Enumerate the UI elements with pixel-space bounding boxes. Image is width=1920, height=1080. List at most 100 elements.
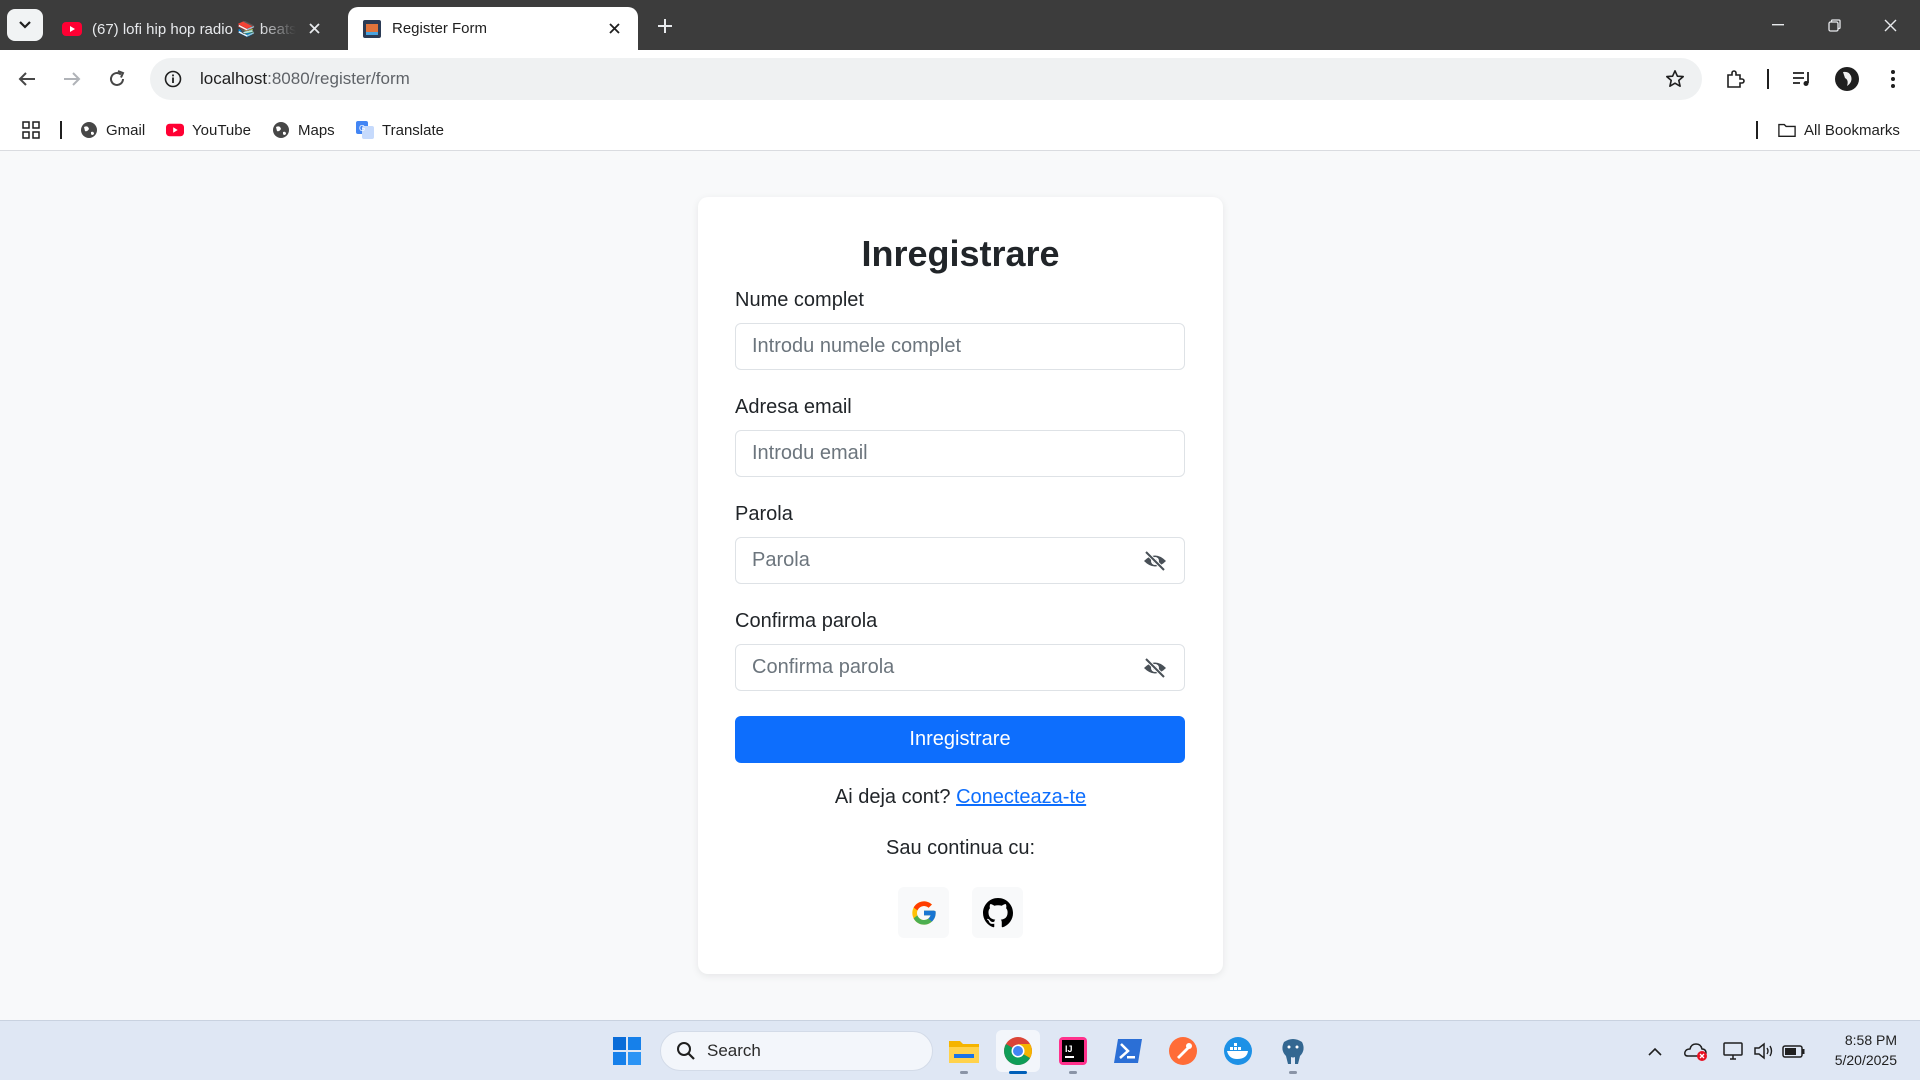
taskbar: Search IJ 8:58 PM 5/20/2025 <box>0 1020 1920 1080</box>
name-field[interactable] <box>735 323 1185 370</box>
postgresql-icon[interactable] <box>1271 1030 1315 1074</box>
github-login-button[interactable] <box>972 887 1023 938</box>
media-control-button[interactable] <box>1785 62 1819 96</box>
url-path: :8080/register/form <box>267 69 410 88</box>
youtube-icon <box>166 121 184 139</box>
tab-register-form[interactable]: Register Form <box>348 7 638 50</box>
name-label: Nume complet <box>735 289 864 311</box>
folder-icon <box>1778 121 1796 139</box>
onedrive-error-icon[interactable] <box>1684 1039 1708 1063</box>
tab-youtube[interactable]: (67) lofi hip hop radio 📚 beats to relax… <box>48 7 338 50</box>
extensions-button[interactable] <box>1718 62 1752 96</box>
running-indicator <box>960 1071 968 1074</box>
url-text[interactable]: localhost:8080/register/form <box>200 69 410 89</box>
close-icon[interactable] <box>604 19 624 39</box>
apps-grid-icon <box>22 121 40 139</box>
form-title: Inregistrare <box>861 233 1060 274</box>
bookmark-label: Gmail <box>106 121 146 139</box>
all-bookmarks-label: All Bookmarks <box>1804 121 1900 139</box>
docker-icon[interactable] <box>1216 1030 1260 1072</box>
network-icon[interactable] <box>1722 1039 1746 1063</box>
register-button[interactable]: Inregistrare <box>735 716 1185 763</box>
media-queue-icon <box>1793 72 1809 86</box>
password-field[interactable] <box>735 537 1185 584</box>
login-link[interactable]: Conecteaza-te <box>956 786 1086 808</box>
start-button[interactable] <box>605 1030 649 1072</box>
arrow-right-icon <box>64 72 81 86</box>
translate-icon: G <box>356 121 374 139</box>
restore-button[interactable] <box>1806 0 1862 50</box>
close-icon <box>1884 19 1896 31</box>
eye-slash-icon[interactable] <box>1142 656 1168 680</box>
have-account-text: Ai deja cont? <box>834 786 951 808</box>
system-clock[interactable]: 8:58 PM 5/20/2025 <box>1835 1030 1897 1070</box>
password-input[interactable] <box>736 538 1184 583</box>
toolbar-separator <box>1767 69 1769 89</box>
bookmark-label: Maps <box>298 121 335 139</box>
search-icon <box>675 1040 697 1062</box>
new-tab-button[interactable] <box>652 13 678 39</box>
svg-text:G: G <box>359 124 365 133</box>
app-favicon <box>362 19 382 39</box>
chrome-menu-button[interactable] <box>1876 62 1910 96</box>
arrow-left-icon <box>18 72 35 86</box>
search-label: Search <box>707 1041 761 1060</box>
chrome-icon[interactable] <box>996 1030 1040 1074</box>
avatar-icon <box>1835 67 1859 91</box>
address-bar[interactable]: localhost:8080/register/form <box>150 58 1702 100</box>
svg-text:IJ: IJ <box>1065 1044 1073 1054</box>
bookmark-youtube[interactable]: YouTube <box>166 118 251 142</box>
minimize-icon <box>1772 24 1784 26</box>
eye-slash-icon[interactable] <box>1142 549 1168 573</box>
bookmarks-separator <box>60 121 62 139</box>
bookmark-label: YouTube <box>192 121 251 139</box>
youtube-icon <box>62 19 82 39</box>
intellij-icon[interactable]: IJ <box>1051 1030 1095 1074</box>
forward-button[interactable] <box>55 62 89 96</box>
close-icon[interactable] <box>304 19 324 39</box>
name-input[interactable] <box>736 324 1184 369</box>
email-input[interactable] <box>736 431 1184 476</box>
taskbar-search[interactable]: Search <box>660 1031 933 1071</box>
bookmark-maps[interactable]: Maps <box>272 118 335 142</box>
tab-strip: (67) lofi hip hop radio 📚 beats to relax… <box>0 0 1920 50</box>
tab-search-button[interactable] <box>7 9 43 41</box>
bookmark-translate[interactable]: G Translate <box>356 118 444 142</box>
profile-avatar[interactable] <box>1830 62 1864 96</box>
url-host: localhost <box>200 69 268 88</box>
restore-icon <box>1827 18 1841 32</box>
bookmark-gmail[interactable]: Gmail <box>80 118 145 142</box>
google-login-button[interactable] <box>898 887 949 938</box>
postman-icon[interactable] <box>1161 1030 1205 1072</box>
confirm-password-label: Confirma parola <box>735 610 878 632</box>
site-info-icon[interactable] <box>162 68 184 90</box>
battery-icon[interactable] <box>1782 1039 1806 1063</box>
close-window-button[interactable] <box>1862 0 1918 50</box>
bookmarks-bar: Gmail YouTube Maps G Translate All Bookm… <box>0 110 1920 150</box>
chevron-up-icon[interactable] <box>1643 1039 1667 1063</box>
login-prompt: Ai deja cont? Conecteaza-te <box>698 786 1223 809</box>
confirm-password-field[interactable] <box>735 644 1185 691</box>
running-indicator <box>1009 1071 1027 1074</box>
volume-icon[interactable] <box>1752 1039 1776 1063</box>
all-bookmarks-button[interactable]: All Bookmarks <box>1778 118 1900 142</box>
bookmark-label: Translate <box>382 121 444 139</box>
email-field[interactable] <box>735 430 1185 477</box>
tab-title: Register Form <box>392 20 488 37</box>
bookmarks-separator <box>1756 121 1758 139</box>
puzzle-icon <box>1727 70 1745 88</box>
clock-time: 8:58 PM <box>1844 1032 1897 1048</box>
reload-button[interactable] <box>100 62 134 96</box>
file-explorer-icon[interactable] <box>942 1030 986 1074</box>
windows-icon <box>613 1037 641 1065</box>
back-button[interactable] <box>10 62 44 96</box>
page-content: Inregistrare Nume complet Adresa email P… <box>0 151 1920 1020</box>
apps-button[interactable] <box>22 118 40 142</box>
github-icon <box>982 897 1013 927</box>
confirm-password-input[interactable] <box>736 645 1184 690</box>
bookmark-star-icon[interactable] <box>1664 68 1686 90</box>
minimize-button[interactable] <box>1750 0 1806 50</box>
password-label: Parola <box>735 503 793 525</box>
powershell-icon[interactable] <box>1106 1030 1150 1072</box>
more-vertical-icon <box>1891 70 1895 88</box>
